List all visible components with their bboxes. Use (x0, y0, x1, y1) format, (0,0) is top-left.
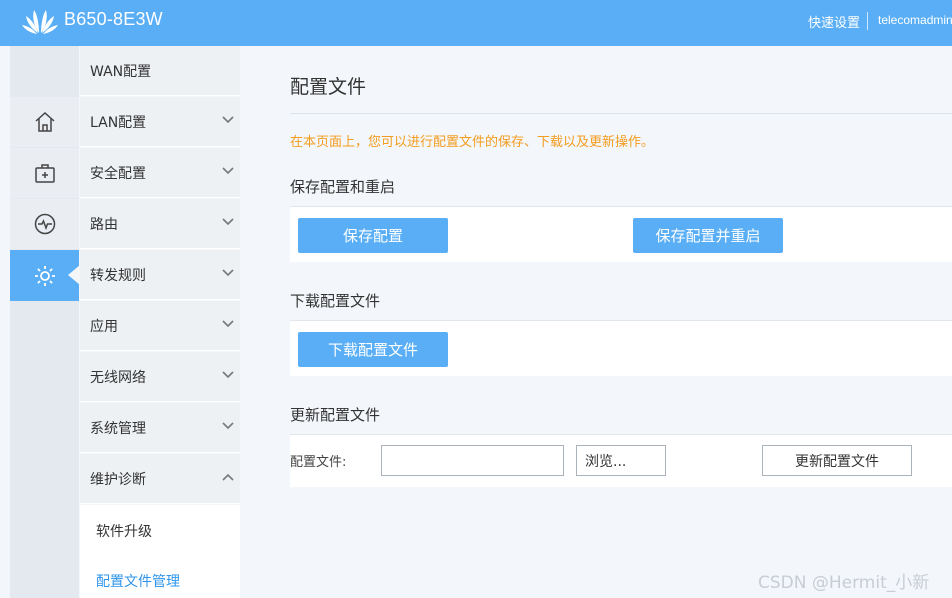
save-reboot-button[interactable]: 保存配置并重启 (633, 218, 783, 253)
top-bar: B650-8E3W 快速设置 telecomadmin (0, 0, 952, 46)
menu-item-label: 应用 (90, 319, 118, 335)
user-account-link[interactable]: telecomadmin (878, 13, 952, 27)
menu-item-forwarding[interactable]: 转发规则 (80, 250, 240, 300)
chevron-down-icon (222, 371, 234, 379)
save-config-button[interactable]: 保存配置 (298, 218, 448, 253)
submenu-item-software-upgrade[interactable]: 软件升级 (80, 505, 240, 555)
update-panel: 配置文件: 浏览... 更新配置文件 (290, 434, 952, 487)
icon-rail (10, 46, 80, 598)
submenu-item-label: 配置文件管理 (96, 574, 180, 590)
download-panel: 下载配置文件 (290, 320, 952, 376)
home-icon (35, 111, 54, 132)
menu-item-label: WAN配置 (90, 64, 152, 80)
menu-item-label: 路由 (90, 217, 118, 233)
update-section-title: 更新配置文件 (290, 406, 381, 424)
chevron-down-icon (222, 422, 234, 430)
menu-item-system[interactable]: 系统管理 (80, 403, 240, 453)
save-section-title: 保存配置和重启 (290, 178, 396, 196)
nav-advanced[interactable] (10, 250, 80, 301)
menu-item-wan[interactable]: WAN配置 (80, 46, 240, 96)
chevron-down-icon (222, 218, 234, 226)
menu-item-routing[interactable]: 路由 (80, 199, 240, 249)
nav-home[interactable] (10, 97, 79, 147)
sidebar-menu: WAN配置 LAN配置 安全配置 路由 转发规则 应用 无线网络 系统管理 维护… (80, 46, 240, 598)
chevron-down-icon (222, 167, 234, 175)
menu-item-label: 无线网络 (90, 370, 146, 386)
huawei-logo-icon (22, 10, 58, 34)
title-divider (290, 113, 952, 114)
watermark: CSDN @Hermit_小新 (758, 573, 930, 593)
nav-status[interactable] (10, 199, 79, 249)
page-hint: 在本页面上，您可以进行配置文件的保存、下载以及更新操作。 (290, 135, 655, 150)
menu-item-security[interactable]: 安全配置 (80, 148, 240, 198)
submenu-item-config-file[interactable]: 配置文件管理 (80, 555, 240, 598)
chevron-up-icon (222, 473, 234, 481)
chevron-down-icon (222, 320, 234, 328)
medical-box-icon (34, 164, 55, 183)
save-panel: 保存配置 保存配置并重启 (290, 206, 952, 262)
menu-item-wireless[interactable]: 无线网络 (80, 352, 240, 402)
menu-item-label: 转发规则 (90, 268, 146, 284)
menu-item-diagnostics[interactable]: 维护诊断 (80, 454, 240, 504)
page-title: 配置文件 (290, 76, 367, 98)
chevron-down-icon (222, 269, 234, 277)
update-config-button[interactable]: 更新配置文件 (762, 445, 912, 476)
active-pointer (68, 265, 80, 285)
config-file-label: 配置文件: (290, 455, 347, 470)
config-file-input[interactable] (381, 445, 564, 476)
chevron-down-icon (222, 116, 234, 124)
download-config-button[interactable]: 下载配置文件 (298, 332, 448, 367)
pulse-icon (34, 213, 55, 235)
menu-item-label: 维护诊断 (90, 472, 146, 488)
download-section-title: 下载配置文件 (290, 292, 381, 310)
device-model: B650-8E3W (64, 9, 163, 29)
menu-item-applications[interactable]: 应用 (80, 301, 240, 351)
menu-item-label: LAN配置 (90, 115, 147, 131)
header-divider (867, 12, 868, 30)
submenu-item-label: 软件升级 (96, 524, 152, 540)
nav-maintenance[interactable] (10, 148, 79, 198)
menu-item-lan[interactable]: LAN配置 (80, 97, 240, 147)
main-content: 配置文件 在本页面上，您可以进行配置文件的保存、下载以及更新操作。 保存配置和重… (240, 46, 952, 598)
menu-item-label: 系统管理 (90, 421, 146, 437)
gear-icon (34, 265, 55, 286)
browse-button[interactable]: 浏览... (576, 445, 666, 476)
menu-item-label: 安全配置 (90, 166, 146, 182)
quick-setup-link[interactable]: 快速设置 (808, 12, 860, 31)
